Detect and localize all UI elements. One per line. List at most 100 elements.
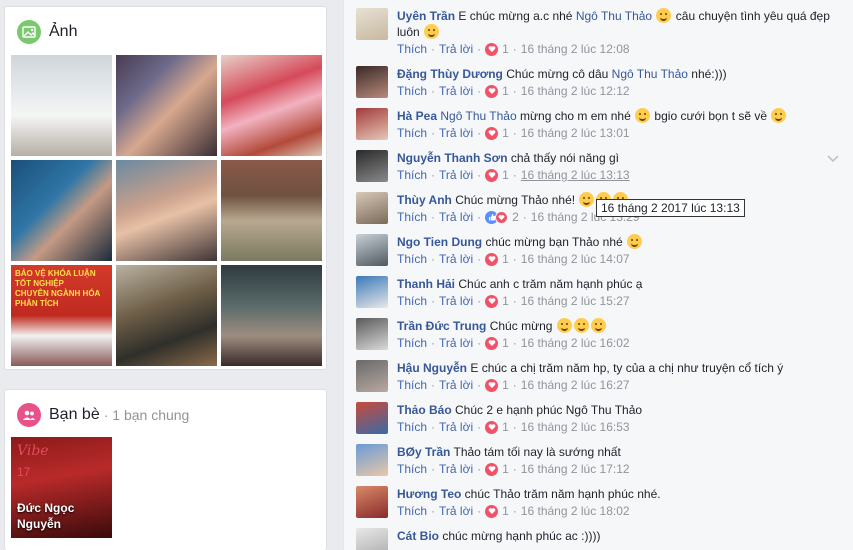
photo-thumbnail[interactable] xyxy=(116,55,217,156)
love-reaction-icon[interactable] xyxy=(485,84,499,98)
love-reaction-icon[interactable] xyxy=(485,252,499,266)
like-link[interactable]: Thích xyxy=(397,462,427,476)
love-reaction-icon[interactable] xyxy=(485,336,499,350)
photo-thumbnail[interactable] xyxy=(221,55,322,156)
friend-tile[interactable]: Vibe 17 Đức Ngọc Nguyễn xyxy=(11,437,112,538)
reply-link[interactable]: Trả lời xyxy=(439,294,473,308)
comment-author[interactable]: Đặng Thùy Dương xyxy=(397,67,503,81)
reaction-count[interactable]: 1 xyxy=(502,420,509,434)
comment-timestamp[interactable]: 16 tháng 2 lúc 16:02 xyxy=(521,336,630,350)
like-link[interactable]: Thích xyxy=(397,168,427,182)
friends-header[interactable]: Bạn bè · 1 bạn chung xyxy=(17,400,189,430)
comment-timestamp[interactable]: 16 tháng 2 lúc 12:12 xyxy=(521,84,630,98)
like-link[interactable]: Thích xyxy=(397,126,427,140)
love-reaction-icon[interactable] xyxy=(485,294,499,308)
friend-name[interactable]: Đức Ngọc Nguyễn xyxy=(17,500,112,532)
avatar[interactable] xyxy=(356,150,388,182)
avatar[interactable] xyxy=(356,318,388,350)
reply-link[interactable]: Trả lời xyxy=(439,126,473,140)
comment-author[interactable]: Uyên Trần xyxy=(397,9,455,23)
comment-author[interactable]: Hậu Nguyễn xyxy=(397,361,467,375)
reaction-count[interactable]: 1 xyxy=(502,294,509,308)
photo-thumbnail[interactable] xyxy=(221,265,322,366)
reply-link[interactable]: Trả lời xyxy=(439,42,473,56)
avatar[interactable] xyxy=(356,360,388,392)
comment-mention[interactable]: Ngô Thu Thảo xyxy=(612,67,688,81)
reaction-count[interactable]: 1 xyxy=(502,42,509,56)
photo-thumbnail[interactable] xyxy=(11,55,112,156)
friends-title[interactable]: Bạn bè xyxy=(49,406,100,424)
reaction-count[interactable]: 1 xyxy=(502,126,509,140)
reply-link[interactable]: Trả lời xyxy=(439,462,473,476)
comment-author[interactable]: Cát Bio xyxy=(397,529,439,543)
mutual-friends-count[interactable]: · 1 bạn chung xyxy=(104,407,190,423)
comment-author[interactable]: Thảo Báo xyxy=(397,403,452,417)
avatar[interactable] xyxy=(356,276,388,308)
comment-timestamp[interactable]: 16 tháng 2 lúc 14:07 xyxy=(521,252,630,266)
comment-author[interactable]: Trần Đức Trung xyxy=(397,319,486,333)
like-link[interactable]: Thích xyxy=(397,378,427,392)
avatar[interactable] xyxy=(356,234,388,266)
love-reaction-icon[interactable] xyxy=(485,504,499,518)
comment-timestamp[interactable]: 16 tháng 2 lúc 16:53 xyxy=(521,420,630,434)
comment-author[interactable]: BØy Trần xyxy=(397,445,450,459)
reaction-count[interactable]: 1 xyxy=(502,84,509,98)
avatar[interactable] xyxy=(356,528,388,550)
reaction-count[interactable]: 1 xyxy=(502,168,509,182)
photos-title[interactable]: Ảnh xyxy=(49,23,77,41)
love-reaction-icon[interactable] xyxy=(485,378,499,392)
like-link[interactable]: Thích xyxy=(397,336,427,350)
comment-mention[interactable]: Ngô Thu Thảo xyxy=(440,109,516,123)
comment-timestamp[interactable]: 16 tháng 2 lúc 15:27 xyxy=(521,294,630,308)
photo-thumbnail[interactable]: BẢO VỆ KHÓA LUẬN TỐT NGHIỆP CHUYÊN NGÀNH… xyxy=(11,265,112,366)
reaction-count[interactable]: 2 xyxy=(512,210,519,224)
reply-link[interactable]: Trả lời xyxy=(439,84,473,98)
like-link[interactable]: Thích xyxy=(397,420,427,434)
like-link[interactable]: Thích xyxy=(397,84,427,98)
avatar[interactable] xyxy=(356,402,388,434)
comment-author[interactable]: Nguyễn Thanh Sơn xyxy=(397,151,508,165)
reply-link[interactable]: Trả lời xyxy=(439,210,473,224)
love-reaction-icon[interactable] xyxy=(485,42,499,56)
love-reaction-icon[interactable] xyxy=(485,126,499,140)
photos-header[interactable]: Ảnh xyxy=(17,17,77,47)
comment-author[interactable]: Thùy Anh xyxy=(397,193,452,207)
reaction-count[interactable]: 1 xyxy=(502,504,509,518)
reactions-icons[interactable] xyxy=(485,210,509,224)
like-link[interactable]: Thích xyxy=(397,294,427,308)
reaction-count[interactable]: 1 xyxy=(502,336,509,350)
like-link[interactable]: Thích xyxy=(397,504,427,518)
photo-thumbnail[interactable] xyxy=(221,160,322,261)
reaction-count[interactable]: 1 xyxy=(502,252,509,266)
comment-timestamp[interactable]: 16 tháng 2 lúc 18:02 xyxy=(521,504,630,518)
comment-author[interactable]: Thanh Hải xyxy=(397,277,455,291)
love-reaction-icon[interactable] xyxy=(485,168,499,182)
reaction-count[interactable]: 1 xyxy=(502,462,509,476)
like-link[interactable]: Thích xyxy=(397,210,427,224)
reply-link[interactable]: Trả lời xyxy=(439,420,473,434)
comment-timestamp[interactable]: 16 tháng 2 lúc 17:12 xyxy=(521,462,630,476)
photo-thumbnail[interactable] xyxy=(116,160,217,261)
reply-link[interactable]: Trả lời xyxy=(439,504,473,518)
reaction-count[interactable]: 1 xyxy=(502,378,509,392)
like-link[interactable]: Thích xyxy=(397,42,427,56)
chevron-down-icon[interactable] xyxy=(826,151,840,165)
photo-thumbnail[interactable] xyxy=(116,265,217,366)
photo-thumbnail[interactable] xyxy=(11,160,112,261)
love-reaction-icon[interactable] xyxy=(485,420,499,434)
comment-author[interactable]: Ngo Tien Dung xyxy=(397,235,482,249)
comment-mention[interactable]: Ngô Thu Thảo xyxy=(576,9,652,23)
like-link[interactable]: Thích xyxy=(397,252,427,266)
comment-timestamp[interactable]: 16 tháng 2 lúc 13:13 xyxy=(521,168,630,182)
reply-link[interactable]: Trả lời xyxy=(439,336,473,350)
avatar[interactable] xyxy=(356,66,388,98)
comment-timestamp[interactable]: 16 tháng 2 lúc 16:27 xyxy=(521,378,630,392)
reply-link[interactable]: Trả lời xyxy=(439,252,473,266)
reply-link[interactable]: Trả lời xyxy=(439,168,473,182)
comment-timestamp[interactable]: 16 tháng 2 lúc 12:08 xyxy=(521,42,630,56)
avatar[interactable] xyxy=(356,108,388,140)
avatar[interactable] xyxy=(356,486,388,518)
reply-link[interactable]: Trả lời xyxy=(439,378,473,392)
avatar[interactable] xyxy=(356,8,388,40)
comment-author[interactable]: Hương Teo xyxy=(397,487,461,501)
